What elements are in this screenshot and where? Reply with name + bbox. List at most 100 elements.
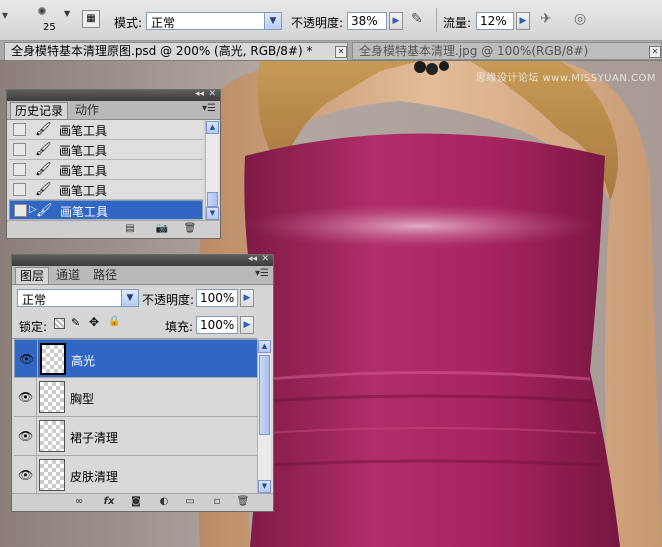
layer-opacity-value: 100% (200, 291, 235, 305)
layer-row[interactable]: 👁 裙子清理 (14, 417, 257, 456)
layer-row[interactable]: 👁 皮肤清理 (14, 456, 257, 495)
delete-icon[interactable]: 🗑 (183, 223, 197, 235)
history-item-selected[interactable]: ▷ 🖌 画笔工具 (9, 200, 203, 220)
collapse-icon[interactable]: ◂◂ (195, 89, 204, 99)
close-icon[interactable]: ✕ (649, 46, 661, 58)
flow-slider-button[interactable]: ▶ (516, 12, 530, 30)
layer-name: 胸型 (70, 392, 95, 406)
scroll-up-icon[interactable]: ▲ (206, 121, 219, 134)
lock-position-icon[interactable]: ✥ (89, 315, 99, 329)
layers-panel-footer: ∞ fx ◙ ◐ ▭ ▫ 🗑 (12, 493, 273, 511)
adjustment-layer-icon[interactable]: ◐ (157, 496, 171, 508)
layer-thumbnail (39, 420, 65, 452)
history-panel-tabs: 历史记录 动作 ▾☰ (7, 101, 220, 120)
fill-label: 填充: (165, 320, 194, 334)
divider (436, 8, 437, 32)
divider (36, 378, 37, 416)
document-tab-inactive[interactable]: 全身模特基本清理.jpg @ 100%(RGB/8#) ✕ (352, 42, 662, 60)
fill-field[interactable]: 100% (196, 316, 238, 334)
brush-tool-icon: 🖌 (35, 162, 52, 177)
close-icon[interactable]: ✕ (261, 254, 269, 264)
history-item-label: 画笔工具 (59, 164, 108, 178)
history-item[interactable]: 🖌 画笔工具 (9, 120, 203, 140)
document-tab-active[interactable]: 全身模特基本清理原图.psd @ 200% (高光, RGB/8#) * ✕ (4, 42, 348, 60)
mode-value: 正常 (151, 16, 176, 30)
document-tab-title: 全身模特基本清理.jpg @ 100%(RGB/8#) (359, 44, 589, 58)
panel-menu-icon[interactable]: ▾☰ (202, 103, 216, 114)
new-group-icon[interactable]: ▭ (183, 496, 197, 508)
scroll-down-icon[interactable]: ▼ (258, 480, 271, 493)
tablet-size-icon[interactable]: ◎ (574, 11, 594, 31)
layers-list: 👁 高光 👁 胸型 👁 裙子清理 👁 皮肤清理 (12, 338, 257, 495)
history-snapshot-checkbox[interactable] (13, 123, 26, 136)
history-snapshot-checkbox[interactable] (13, 183, 26, 196)
watermark: 思缘设计论坛 www.MISSYUAN.COM (475, 73, 656, 84)
fill-slider-button[interactable]: ▶ (240, 316, 254, 334)
flow-label: 流量: (443, 16, 472, 30)
layer-style-fx-icon[interactable]: fx (102, 496, 116, 508)
blend-mode-value: 正常 (22, 293, 47, 307)
flow-field[interactable]: 12% (476, 12, 514, 30)
mode-select[interactable]: 正常 ▼ (146, 12, 282, 30)
close-icon[interactable]: ✕ (208, 89, 216, 99)
new-snapshot-icon[interactable]: 📷 (155, 223, 169, 235)
tab-history[interactable]: 历史记录 (10, 102, 69, 119)
tablet-pressure-icon[interactable]: ✎ (411, 11, 431, 31)
lock-label: 锁定: (19, 320, 48, 334)
brush-preset-arrow-icon: ▼ (64, 9, 71, 18)
panel-menu-icon[interactable]: ▾☰ (255, 268, 269, 279)
history-scrollbar[interactable]: ▲ ▼ (205, 120, 219, 221)
layers-scrollbar[interactable]: ▲ ▼ (257, 339, 271, 494)
history-panel-footer: ▤ 📷 🗑 (7, 220, 220, 238)
link-layers-icon[interactable]: ∞ (72, 496, 86, 508)
opacity-field[interactable]: 38% (347, 12, 387, 30)
panel-titlebar[interactable]: ◂◂ ✕ (7, 89, 220, 101)
history-item-label: 画笔工具 (59, 124, 108, 138)
divider (37, 340, 38, 378)
close-icon[interactable]: ✕ (335, 46, 347, 58)
visibility-eye-icon[interactable]: 👁 (18, 429, 34, 443)
visibility-eye-icon[interactable]: 👁 (18, 468, 34, 482)
delete-icon[interactable]: 🗑 (236, 496, 250, 508)
new-layer-icon[interactable]: ▫ (210, 496, 224, 508)
scroll-down-icon[interactable]: ▼ (206, 207, 219, 220)
layer-opacity-slider-button[interactable]: ▶ (240, 289, 254, 307)
opacity-value: 38% (351, 14, 378, 28)
new-document-from-state-icon[interactable]: ▤ (123, 223, 137, 235)
history-item[interactable]: 🖌 画笔工具 (9, 160, 203, 180)
collapse-icon[interactable]: ◂◂ (248, 254, 257, 264)
visibility-eye-icon[interactable]: 👁 (19, 352, 35, 366)
layer-opacity-field[interactable]: 100% (196, 289, 238, 307)
history-snapshot-checkbox[interactable] (13, 163, 26, 176)
opacity-slider-button[interactable]: ▶ (389, 12, 403, 30)
add-mask-icon[interactable]: ◙ (129, 496, 143, 508)
layer-row-selected[interactable]: 👁 高光 (14, 339, 257, 378)
options-bar: ▾ ▼ 25 ▦ 模式: 正常 ▼ 不透明度: 38% ▶ ✎ 流量: 12% … (0, 0, 662, 41)
history-snapshot-checkbox[interactable] (14, 204, 27, 217)
tab-actions[interactable]: 动作 (71, 102, 103, 119)
brush-preset-picker[interactable]: ▼ 25 (30, 3, 70, 37)
brush-panel-toggle-icon[interactable]: ▦ (82, 10, 100, 28)
scroll-thumb[interactable] (259, 355, 270, 435)
panel-titlebar[interactable]: ◂◂ ✕ (12, 254, 273, 266)
layers-panel: ◂◂ ✕ 图层 通道 路径 ▾☰ 正常 ▼ 不透明度: 100% ▶ 锁定: ✎… (11, 254, 274, 512)
tab-channels[interactable]: 通道 (52, 267, 84, 284)
scroll-thumb[interactable] (207, 192, 218, 207)
layers-panel-tabs: 图层 通道 路径 ▾☰ (12, 266, 273, 285)
divider (36, 456, 37, 494)
scroll-up-icon[interactable]: ▲ (258, 340, 271, 353)
history-item[interactable]: 🖌 画笔工具 (9, 140, 203, 160)
tool-preset-arrow-icon[interactable]: ▾ (2, 8, 12, 28)
lock-all-icon[interactable]: 🔒 (108, 316, 120, 327)
lock-pixels-icon[interactable]: ✎ (71, 316, 80, 329)
history-snapshot-checkbox[interactable] (13, 143, 26, 156)
visibility-eye-icon[interactable]: 👁 (18, 390, 34, 404)
airbrush-icon[interactable]: ✈ (540, 11, 560, 31)
layer-name: 高光 (71, 354, 96, 368)
history-item[interactable]: 🖌 画笔工具 (9, 180, 203, 200)
layer-row[interactable]: 👁 胸型 (14, 378, 257, 417)
tab-layers[interactable]: 图层 (15, 267, 50, 284)
lock-transparency-icon[interactable] (54, 318, 65, 329)
tab-paths[interactable]: 路径 (89, 267, 121, 284)
blend-mode-select[interactable]: 正常 ▼ (17, 289, 139, 307)
